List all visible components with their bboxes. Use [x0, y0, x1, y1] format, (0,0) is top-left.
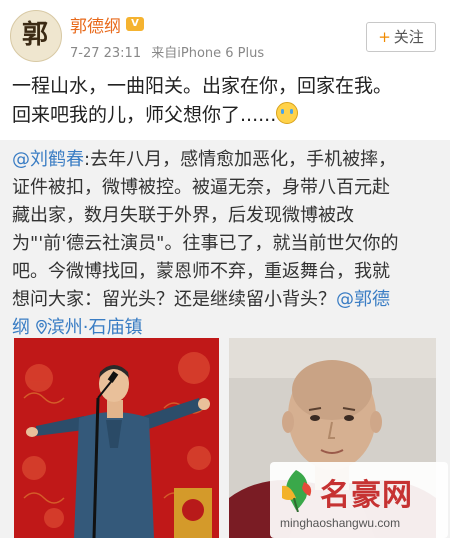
repost-line: 证件被扣，微博被控。被逼无奈，身带八百元赴 — [12, 177, 390, 198]
mention-link[interactable]: @刘鹤春 — [12, 149, 84, 170]
mention-link[interactable]: @郭德 — [336, 289, 390, 310]
username[interactable]: 郭德纲 — [70, 12, 121, 37]
post-text-line: 回来吧我的儿，师父想你了...... — [12, 101, 442, 130]
photo-stage-performer[interactable] — [14, 338, 219, 538]
location-link[interactable]: 滨州·石庙镇 — [35, 317, 143, 338]
follow-label: 关注 — [393, 28, 424, 46]
follow-button[interactable]: + 关注 — [366, 22, 436, 52]
repost-line: 吧。今微博找回，蒙恩师不弃，重返舞台，我就 — [12, 261, 390, 282]
post-source: 来自iPhone 6 Plus — [151, 46, 265, 61]
repost-line: 藏出家，数月失联于外界，后发现微博被改 — [12, 205, 354, 226]
repost-line: 想问大家：留光头？还是继续留小背头？@郭德 — [12, 286, 440, 314]
post-text: 一程山水，一曲阳关。出家在你，回家在我。 回来吧我的儿，师父想你了...... — [12, 72, 442, 130]
username-row: 郭德纲 V — [70, 12, 144, 37]
watermark-logo — [282, 470, 312, 512]
stage-performer-image — [14, 338, 219, 538]
post-meta: 7-27 23:11 来自iPhone 6 Plus — [70, 42, 270, 61]
timestamp: 7-27 23:11 — [70, 46, 142, 61]
repost-line-text: 想问大家：留光头？还是继续留小背头？ — [12, 289, 336, 310]
reposted-weibo[interactable]: @刘鹤春:去年八月，感情愈加恶化，手机被摔， 证件被扣，微博被控。被逼无奈，身带… — [0, 140, 450, 538]
crying-face-icon — [276, 102, 299, 124]
repost-line-text: :去年八月，感情愈加恶化，手机被摔， — [84, 149, 397, 170]
repost-text: @刘鹤春:去年八月，感情愈加恶化，手机被摔， 证件被扣，微博被控。被逼无奈，身带… — [12, 146, 440, 342]
post-text-line: 一程山水，一曲阳关。出家在你，回家在我。 — [12, 75, 393, 97]
post-header: 郭 郭德纲 V 7-27 23:11 来自iPhone 6 Plus + 关注 — [0, 0, 450, 66]
repost-line: 为"'前'德云社演员"。往事已了，就当前世欠你的 — [12, 233, 399, 254]
watermark-name: 名豪网 — [320, 478, 413, 513]
seal-logo: 郭 — [21, 20, 48, 50]
avatar[interactable]: 郭 — [10, 10, 62, 62]
plus-icon: + — [378, 28, 391, 46]
post-text-line-content: 回来吧我的儿，师父想你了...... — [12, 104, 277, 126]
watermark-url: minghaoshangwu.com — [280, 516, 401, 530]
site-watermark: 名豪网 minghaoshangwu.com — [270, 462, 448, 538]
location-name: 滨州·石庙镇 — [46, 317, 143, 338]
vip-badge-icon: V — [126, 17, 144, 31]
location-pin-icon — [35, 320, 47, 334]
repost-line: @刘鹤春:去年八月，感情愈加恶化，手机被摔， — [12, 146, 440, 174]
mention-link[interactable]: 纲 — [12, 317, 30, 338]
